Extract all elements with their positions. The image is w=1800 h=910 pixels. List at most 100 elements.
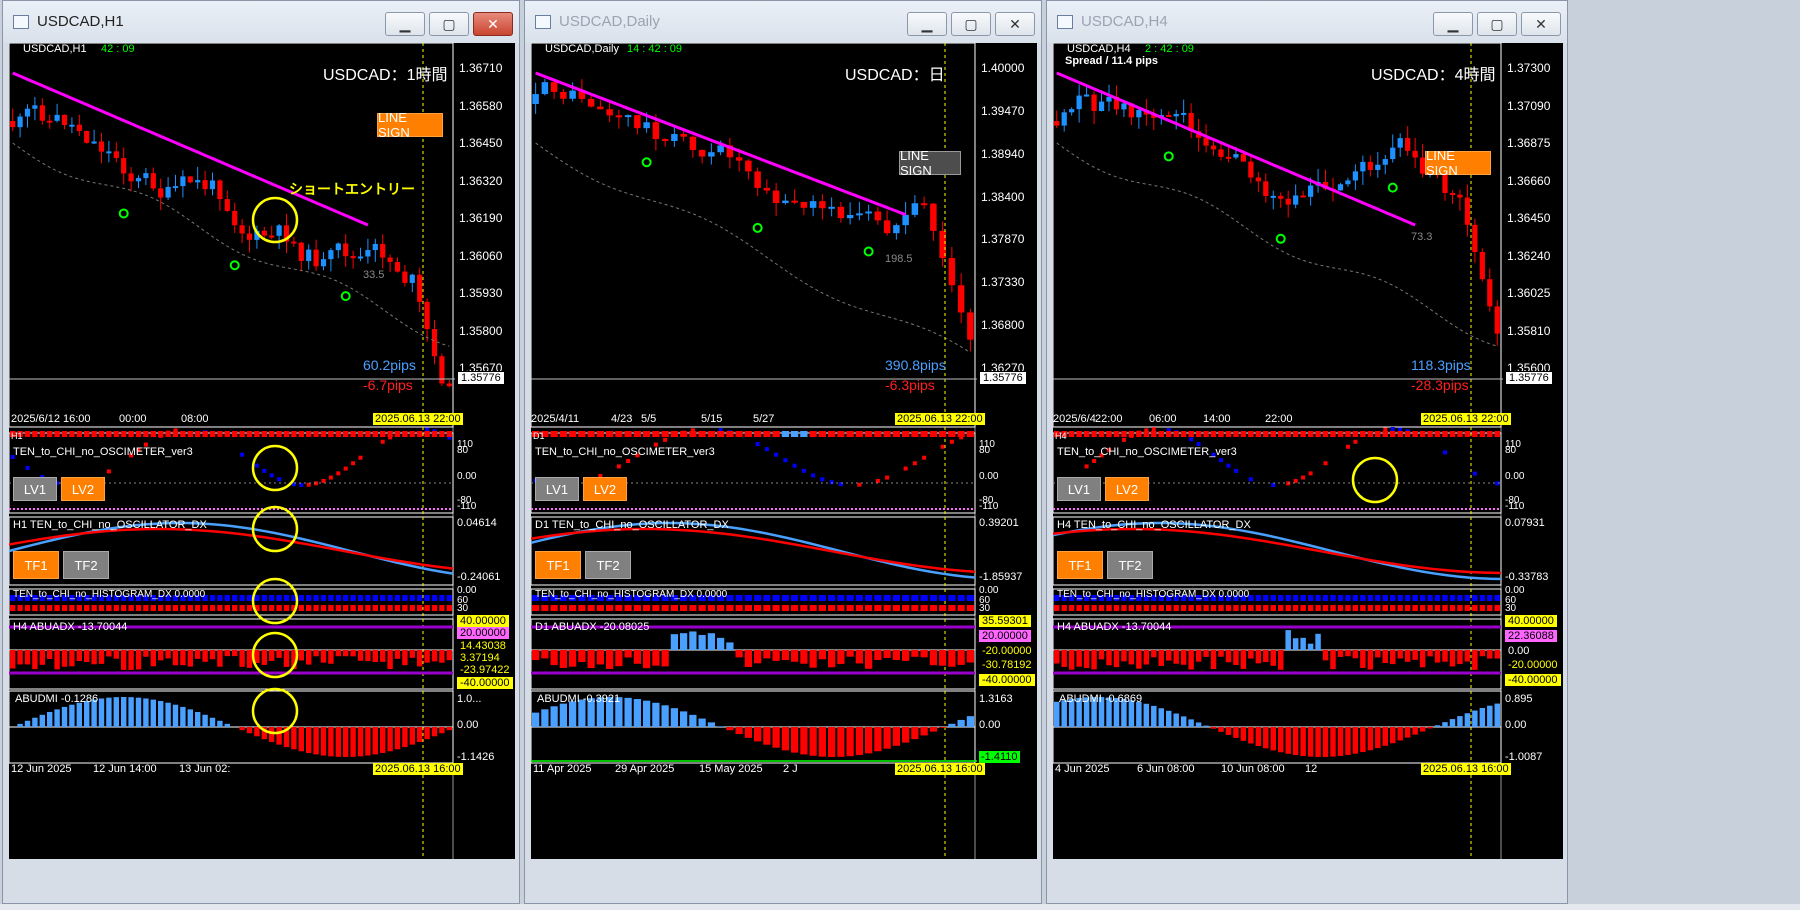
chart-window-usdcad-daily[interactable]: USDCAD,Daily ▁ ▢ ✕ USDCAD,Daily 14 : 42 : 09 U… bbox=[524, 0, 1042, 904]
oscimeter-dot bbox=[1248, 477, 1253, 482]
tf-strip-cell bbox=[550, 431, 558, 437]
title-bar[interactable]: USDCAD,H4 ▁ ▢ ✕ bbox=[1047, 1, 1567, 43]
chart-area[interactable]: USDCAD,H4 2 : 42 : 09 Spread / 11.4 pips US… bbox=[1053, 43, 1563, 859]
tf-strip-cell bbox=[1330, 431, 1336, 437]
histogram-cell bbox=[707, 605, 715, 611]
dmi-bar bbox=[661, 705, 669, 727]
candle-body bbox=[569, 90, 576, 99]
tf-strip-cell bbox=[902, 431, 910, 437]
histogram-cell bbox=[172, 605, 179, 611]
close-button[interactable]: ✕ bbox=[995, 12, 1035, 36]
oscimeter-dot bbox=[1293, 478, 1298, 483]
oscimeter-dot bbox=[1084, 464, 1089, 469]
histogram-cell bbox=[1240, 605, 1247, 611]
maximize-button[interactable]: ▢ bbox=[429, 12, 469, 36]
bottom-time-tick: 13 Jun 02: bbox=[179, 763, 231, 775]
histogram-cell bbox=[91, 605, 97, 611]
dmi-bar bbox=[1345, 727, 1351, 755]
tf1-button[interactable]: TF1 bbox=[535, 551, 581, 579]
close-button[interactable]: ✕ bbox=[1521, 12, 1561, 36]
adx-bar bbox=[744, 650, 752, 667]
tf2-button[interactable]: TF2 bbox=[585, 551, 631, 579]
title-bar[interactable]: USDCAD,Daily ▁ ▢ ✕ bbox=[525, 1, 1041, 43]
title-bar[interactable]: USDCAD,H1 ▁ ▢ ✕ bbox=[3, 1, 519, 43]
line-sign-button[interactable]: LINE SIGN bbox=[377, 110, 443, 140]
histogram-cell bbox=[680, 605, 688, 611]
adx-bar bbox=[550, 650, 558, 666]
abudmi-tick: 0.895 bbox=[1505, 693, 1533, 705]
dmi-bar bbox=[343, 727, 349, 757]
histogram-cell bbox=[1442, 595, 1448, 601]
oscimeter-tick: 80 bbox=[979, 445, 991, 456]
histogram-cell bbox=[232, 605, 238, 611]
candle-body bbox=[597, 106, 604, 110]
histogram-cell bbox=[187, 605, 193, 611]
chart-window-usdcad-h4[interactable]: USDCAD,H4 ▁ ▢ ✕ USDCAD,H4 2 : 42 : 09 Spread /… bbox=[1046, 0, 1568, 904]
tf-strip-cell bbox=[1442, 431, 1448, 437]
chart-area[interactable]: USDCAD,H1 42 : 09 USDCAD：1時間 LINE SIGN 33.5 6… bbox=[9, 43, 515, 859]
histogram-cell bbox=[269, 595, 275, 601]
lv1-button[interactable]: LV1 bbox=[1057, 477, 1101, 501]
abudmi-tick: 1.3163 bbox=[979, 693, 1013, 705]
time-tick: 06:00 bbox=[1149, 413, 1177, 425]
lv1-button[interactable]: LV1 bbox=[535, 477, 579, 501]
tf-strip-cell bbox=[661, 431, 669, 437]
close-button[interactable]: ✕ bbox=[473, 12, 513, 36]
minimize-button[interactable]: ▁ bbox=[385, 12, 425, 36]
tf2-button[interactable]: TF2 bbox=[63, 551, 109, 579]
line-sign-button[interactable]: LINE SIGN bbox=[899, 148, 961, 178]
tf-strip-cell bbox=[1390, 431, 1396, 437]
lv2-button[interactable]: LV2 bbox=[61, 477, 105, 501]
oscimeter-tick: 0.00 bbox=[457, 471, 477, 482]
lv1-button[interactable]: LV1 bbox=[13, 477, 57, 501]
histogram-cell bbox=[32, 605, 38, 611]
candle-body bbox=[1300, 195, 1306, 198]
maximize-button[interactable]: ▢ bbox=[1477, 12, 1517, 36]
tf1-button[interactable]: TF1 bbox=[1057, 551, 1103, 579]
tf1-button[interactable]: TF1 bbox=[13, 551, 59, 579]
highlight-circle bbox=[251, 577, 299, 625]
histogram-cell bbox=[1345, 605, 1351, 611]
adx-bar bbox=[1143, 650, 1150, 665]
histogram-cell bbox=[224, 595, 230, 601]
candle-body bbox=[754, 171, 761, 188]
dmi-bar bbox=[1255, 727, 1262, 746]
chart-window-usdcad-h1[interactable]: USDCAD,H1 ▁ ▢ ✕ USDCAD,H1 42 : 09 USDCAD：1時間 LI… bbox=[2, 0, 520, 904]
candle-body bbox=[1367, 161, 1373, 170]
tf-strip-cell bbox=[781, 431, 789, 437]
chart-area[interactable]: USDCAD,Daily 14 : 42 : 09 USDCAD：日 LINE SIG… bbox=[531, 43, 1037, 859]
candle-body bbox=[394, 261, 401, 272]
tf-strip-cell bbox=[306, 431, 312, 437]
adx-bar bbox=[84, 650, 90, 662]
dmi-bar bbox=[209, 717, 216, 727]
candle-body bbox=[372, 243, 378, 251]
histogram-cell bbox=[920, 595, 928, 601]
lv2-button[interactable]: LV2 bbox=[583, 477, 627, 501]
minimize-button[interactable]: ▁ bbox=[907, 12, 947, 36]
dmi-bar bbox=[380, 727, 386, 753]
price-tick: 1.37330 bbox=[981, 275, 1025, 290]
tf-strip-cell bbox=[606, 431, 614, 437]
tf-strip-cell bbox=[1263, 431, 1269, 437]
line-sign-button[interactable]: LINE SIGN bbox=[1425, 148, 1491, 178]
tf-strip-cell bbox=[446, 431, 452, 437]
candle-body bbox=[232, 210, 238, 226]
maximize-button[interactable]: ▢ bbox=[951, 12, 991, 36]
oscimeter-dot bbox=[351, 461, 356, 466]
current-price-box: 1.35776 bbox=[979, 371, 1027, 385]
tf-strip-cell bbox=[652, 431, 660, 437]
tf2-button[interactable]: TF2 bbox=[1107, 551, 1153, 579]
histogram-cell bbox=[633, 605, 641, 611]
minimize-button[interactable]: ▁ bbox=[1433, 12, 1473, 36]
histogram-cell bbox=[394, 595, 401, 601]
histogram-cell bbox=[195, 605, 201, 611]
histogram-cell bbox=[61, 605, 68, 611]
adx-bar bbox=[232, 650, 238, 657]
candle-body bbox=[431, 329, 438, 357]
histogram-cell bbox=[735, 605, 743, 611]
bottom-time-tick: 2 J bbox=[783, 763, 798, 775]
lv2-button[interactable]: LV2 bbox=[1105, 477, 1149, 501]
tf-strip-cell bbox=[1427, 431, 1433, 437]
histogram-cell bbox=[402, 595, 408, 601]
tf-strip-cell bbox=[809, 431, 817, 437]
